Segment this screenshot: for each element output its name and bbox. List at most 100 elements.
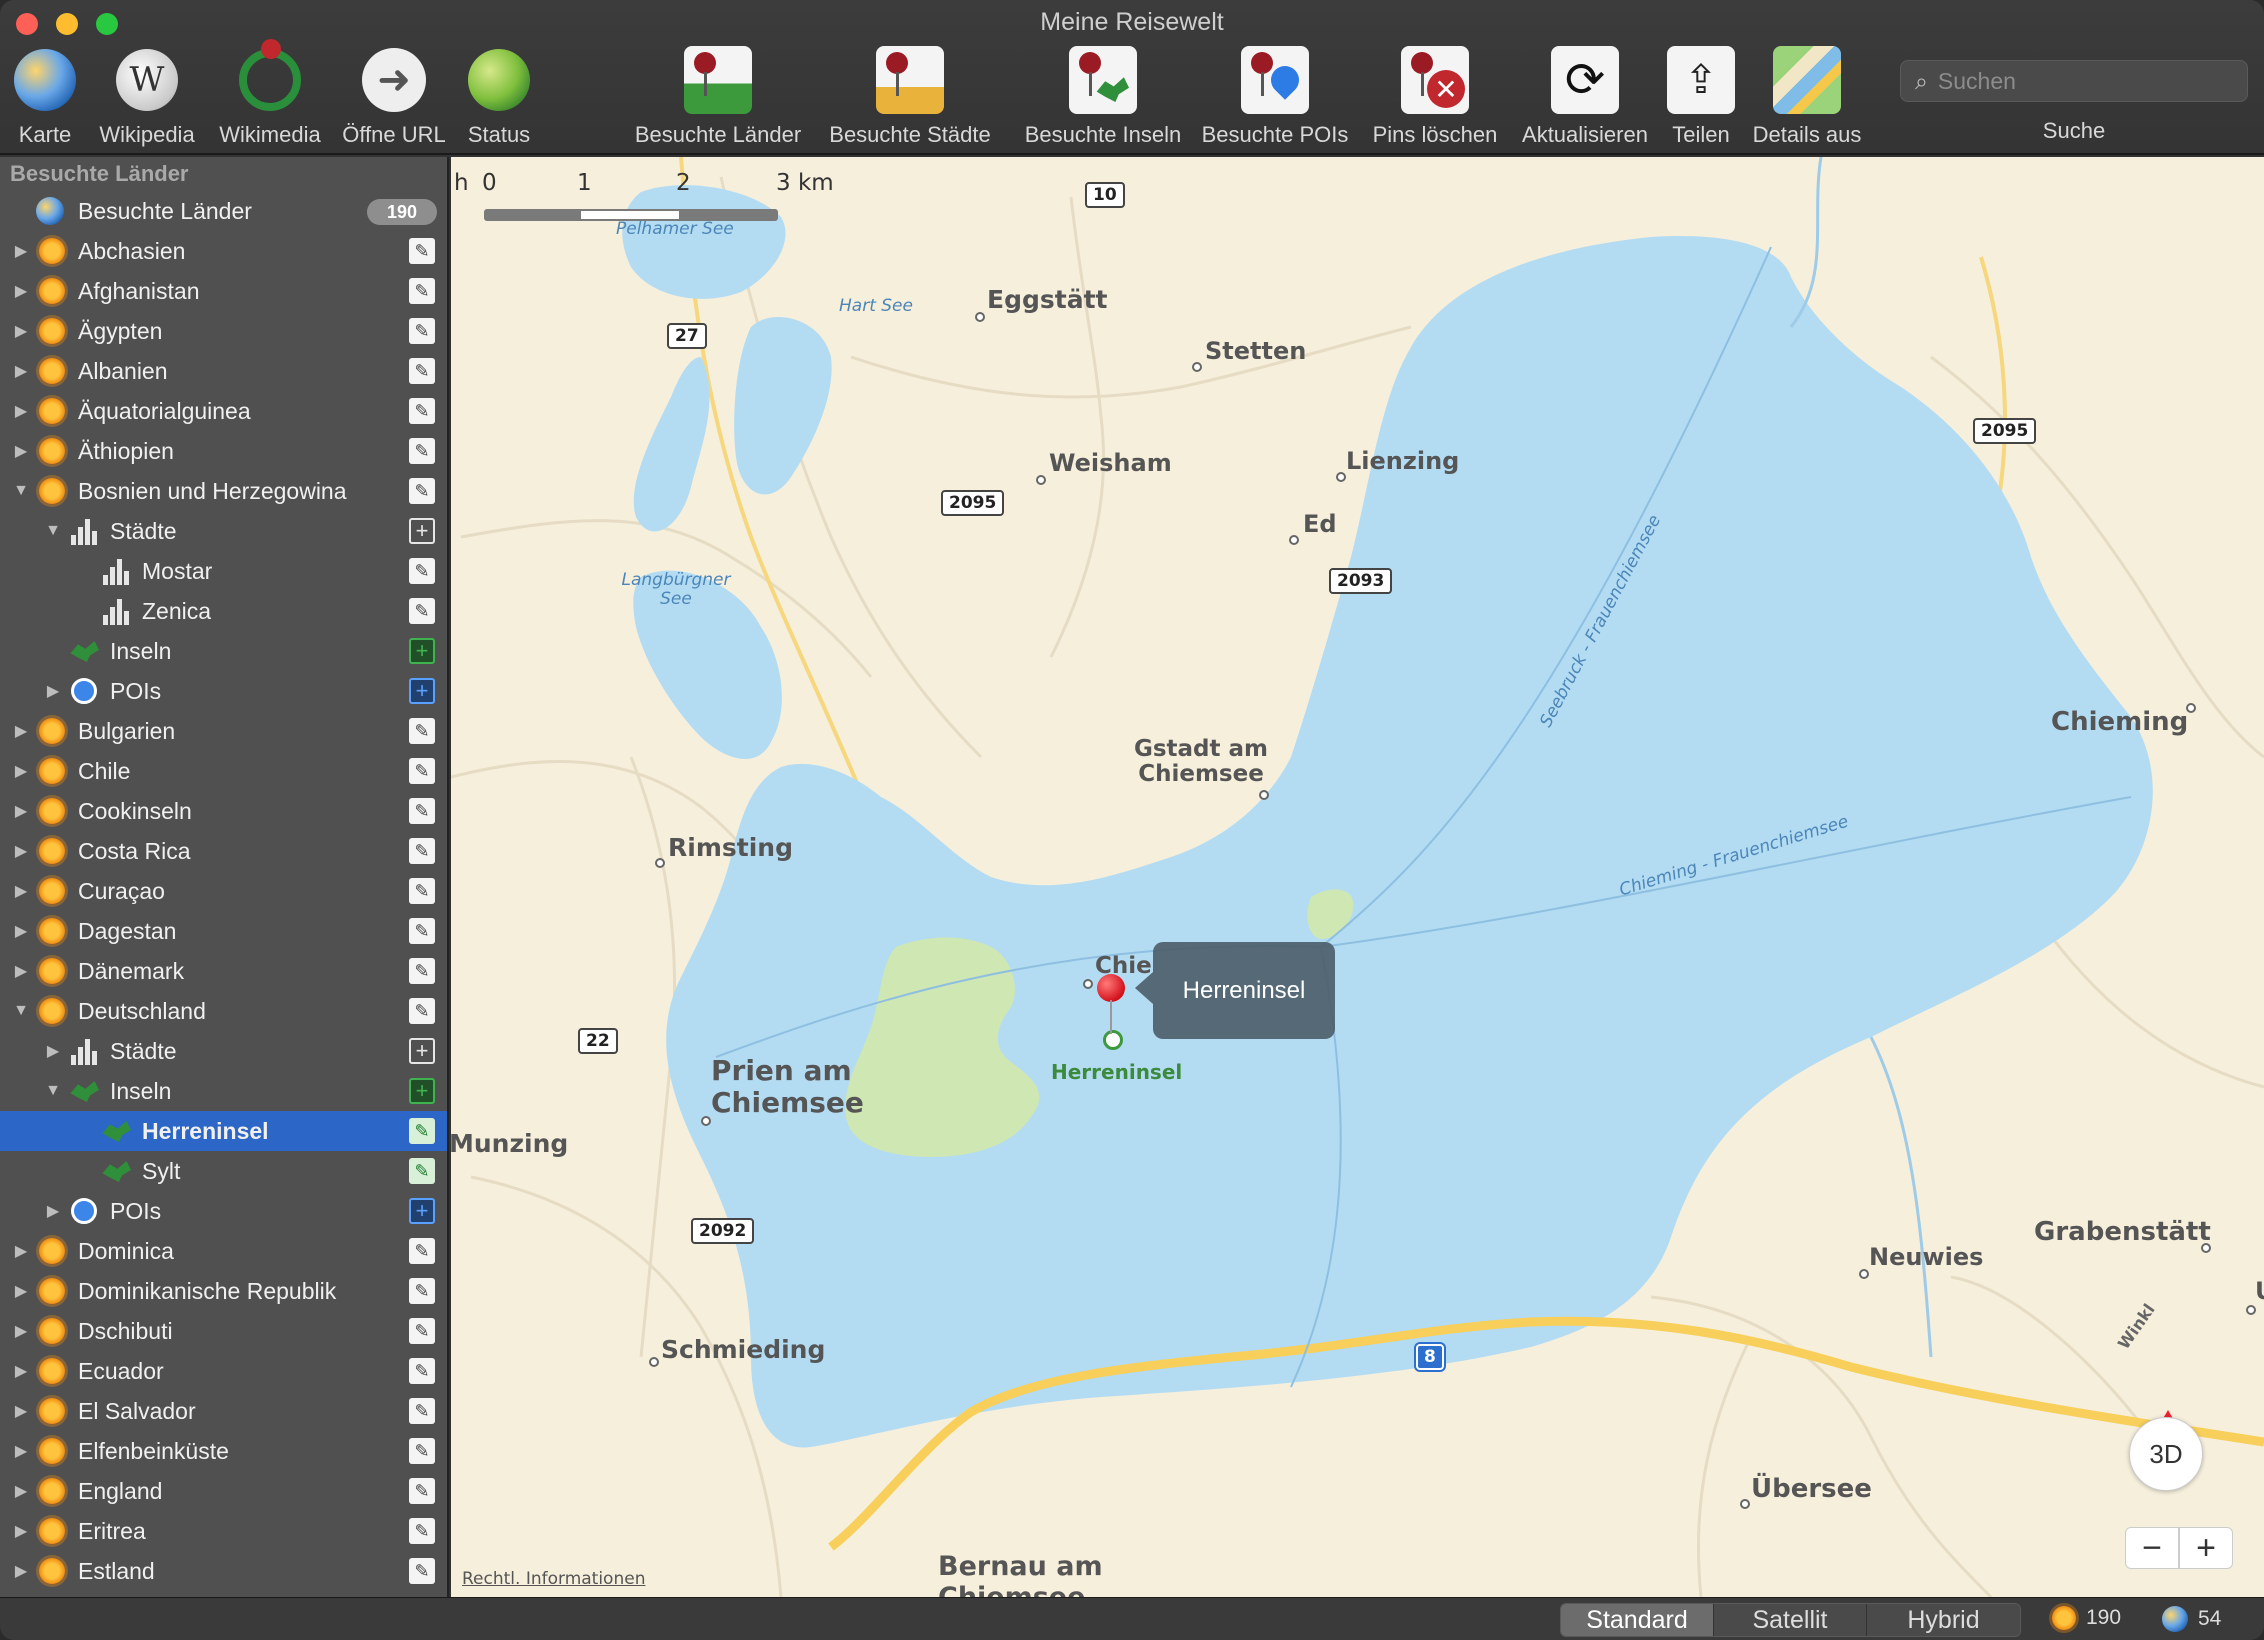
- sidebar-row-ecuador[interactable]: ▶ Ecuador ✎: [0, 1351, 447, 1391]
- share-button[interactable]: ⇪ Teilen: [1666, 46, 1736, 148]
- edit-note-icon[interactable]: ✎: [409, 1518, 435, 1544]
- add-entry-icon[interactable]: +: [409, 638, 435, 664]
- legal-link[interactable]: Rechtl. Informationen: [462, 1569, 645, 1589]
- disclosure-closed-icon[interactable]: ▶: [45, 1203, 61, 1220]
- zoom-out-button[interactable]: −: [2125, 1527, 2179, 1569]
- wikipedia-button[interactable]: W Wikipedia: [97, 46, 197, 148]
- details-off-button[interactable]: Details aus: [1748, 46, 1866, 148]
- disclosure-closed-icon[interactable]: ▶: [13, 1323, 29, 1340]
- sidebar-row-dominikanische-republik[interactable]: ▶ Dominikanische Republik ✎: [0, 1271, 447, 1311]
- sidebar-row-äquatorialguinea[interactable]: ▶ Äquatorialguinea ✎: [0, 391, 447, 431]
- sidebar-row-städte[interactable]: ▼ Städte +: [0, 511, 447, 551]
- disclosure-closed-icon[interactable]: ▶: [13, 1283, 29, 1300]
- disclosure-closed-icon[interactable]: ▶: [13, 443, 29, 460]
- edit-note-icon[interactable]: ✎: [409, 278, 435, 304]
- visited-countries-button[interactable]: Besuchte Länder: [629, 46, 807, 148]
- visited-pois-button[interactable]: Besuchte POIs: [1198, 46, 1352, 148]
- sidebar-row-ägypten[interactable]: ▶ Ägypten ✎: [0, 311, 447, 351]
- sidebar-row-curaçao[interactable]: ▶ Curaçao ✎: [0, 871, 447, 911]
- disclosure-open-icon[interactable]: ▼: [45, 522, 61, 539]
- disclosure-closed-icon[interactable]: ▶: [45, 1043, 61, 1060]
- disclosure-closed-icon[interactable]: ▶: [13, 763, 29, 780]
- sidebar-row-el-salvador[interactable]: ▶ El Salvador ✎: [0, 1391, 447, 1431]
- add-entry-icon[interactable]: +: [409, 1078, 435, 1104]
- edit-note-icon[interactable]: ✎: [409, 878, 435, 904]
- edit-note-icon[interactable]: ✎: [409, 358, 435, 384]
- status-button[interactable]: Status: [464, 46, 534, 148]
- sidebar-row-abchasien[interactable]: ▶ Abchasien ✎: [0, 231, 447, 271]
- map-type-satellite[interactable]: Satellit: [1714, 1604, 1867, 1636]
- edit-note-icon[interactable]: ✎: [409, 598, 435, 624]
- sidebar-row-afghanistan[interactable]: ▶ Afghanistan ✎: [0, 271, 447, 311]
- sidebar-row-inseln[interactable]: Inseln +: [0, 631, 447, 671]
- sidebar-row-pois[interactable]: ▶ POIs +: [0, 671, 447, 711]
- disclosure-closed-icon[interactable]: ▶: [13, 363, 29, 380]
- visited-islands-button[interactable]: Besuchte Inseln: [1012, 46, 1194, 148]
- disclosure-closed-icon[interactable]: ▶: [13, 1363, 29, 1380]
- disclosure-closed-icon[interactable]: ▶: [13, 963, 29, 980]
- edit-note-icon[interactable]: ✎: [409, 718, 435, 744]
- sidebar-row-england[interactable]: ▶ England ✎: [0, 1471, 447, 1511]
- edit-note-icon[interactable]: ✎: [409, 558, 435, 584]
- edit-note-icon[interactable]: ✎: [409, 798, 435, 824]
- map-view[interactable]: h 0 1 2 3 km Pelhamer See Hart See Langb…: [451, 157, 2264, 1597]
- edit-note-icon[interactable]: ✎: [409, 398, 435, 424]
- sidebar-row-elfenbeinküste[interactable]: ▶ Elfenbeinküste ✎: [0, 1431, 447, 1471]
- add-entry-icon[interactable]: +: [409, 678, 435, 704]
- sidebar-row-eritrea[interactable]: ▶ Eritrea ✎: [0, 1511, 447, 1551]
- disclosure-closed-icon[interactable]: ▶: [13, 403, 29, 420]
- edit-note-icon[interactable]: ✎: [409, 1118, 435, 1144]
- wikimedia-button[interactable]: Wikimedia: [214, 39, 326, 148]
- edit-note-icon[interactable]: ✎: [409, 1558, 435, 1584]
- sidebar-row-bosnien-und-herzegowina[interactable]: ▼ Bosnien und Herzegowina ✎: [0, 471, 447, 511]
- disclosure-closed-icon[interactable]: ▶: [13, 1443, 29, 1460]
- edit-note-icon[interactable]: ✎: [409, 998, 435, 1024]
- disclosure-closed-icon[interactable]: ▶: [13, 923, 29, 940]
- visited-cities-button[interactable]: Besuchte Städte: [822, 46, 998, 148]
- edit-note-icon[interactable]: ✎: [409, 1358, 435, 1384]
- map-type-hybrid[interactable]: Hybrid: [1867, 1604, 2020, 1636]
- edit-note-icon[interactable]: ✎: [409, 1478, 435, 1504]
- sidebar-row-sylt[interactable]: Sylt ✎: [0, 1151, 447, 1191]
- map-pin-icon[interactable]: [1097, 974, 1125, 1034]
- edit-note-icon[interactable]: ✎: [409, 438, 435, 464]
- karte-button[interactable]: Karte: [10, 46, 80, 148]
- edit-note-icon[interactable]: ✎: [409, 478, 435, 504]
- disclosure-closed-icon[interactable]: ▶: [13, 803, 29, 820]
- edit-note-icon[interactable]: ✎: [409, 1238, 435, 1264]
- edit-note-icon[interactable]: ✎: [409, 1398, 435, 1424]
- sidebar-row-dominica[interactable]: ▶ Dominica ✎: [0, 1231, 447, 1271]
- sidebar-row-albanien[interactable]: ▶ Albanien ✎: [0, 351, 447, 391]
- add-entry-icon[interactable]: +: [409, 1038, 435, 1064]
- disclosure-closed-icon[interactable]: ▶: [13, 1563, 29, 1580]
- map-type-standard[interactable]: Standard: [1561, 1604, 1714, 1636]
- sidebar-row-cookinseln[interactable]: ▶ Cookinseln ✎: [0, 791, 447, 831]
- edit-note-icon[interactable]: ✎: [409, 1158, 435, 1184]
- disclosure-open-icon[interactable]: ▼: [13, 482, 29, 499]
- disclosure-open-icon[interactable]: ▼: [13, 1002, 29, 1019]
- sidebar-row-pois[interactable]: ▶ POIs +: [0, 1191, 447, 1231]
- sidebar-row-herreninsel[interactable]: Herreninsel ✎: [0, 1111, 447, 1151]
- sidebar-row-zenica[interactable]: Zenica ✎: [0, 591, 447, 631]
- add-entry-icon[interactable]: +: [409, 518, 435, 544]
- disclosure-closed-icon[interactable]: ▶: [13, 1243, 29, 1260]
- compass-3d-button[interactable]: 3D: [2129, 1417, 2203, 1491]
- search-input[interactable]: ⌕ Suchen: [1900, 60, 2248, 102]
- disclosure-open-icon[interactable]: ▼: [45, 1082, 61, 1099]
- edit-note-icon[interactable]: ✎: [409, 958, 435, 984]
- sidebar-total-row[interactable]: Besuchte Länder 190: [0, 191, 447, 231]
- sidebar-row-chile[interactable]: ▶ Chile ✎: [0, 751, 447, 791]
- add-entry-icon[interactable]: +: [409, 1198, 435, 1224]
- disclosure-closed-icon[interactable]: ▶: [13, 243, 29, 260]
- edit-note-icon[interactable]: ✎: [409, 758, 435, 784]
- disclosure-closed-icon[interactable]: ▶: [13, 723, 29, 740]
- sidebar-row-dänemark[interactable]: ▶ Dänemark ✎: [0, 951, 447, 991]
- disclosure-closed-icon[interactable]: ▶: [13, 1483, 29, 1500]
- sidebar-row-äthiopien[interactable]: ▶ Äthiopien ✎: [0, 431, 447, 471]
- map-type-segmented-control[interactable]: Standard Satellit Hybrid: [1560, 1603, 2021, 1637]
- disclosure-closed-icon[interactable]: ▶: [13, 1523, 29, 1540]
- pin-callout[interactable]: Herreninsel: [1135, 942, 1335, 1039]
- edit-note-icon[interactable]: ✎: [409, 838, 435, 864]
- sidebar-row-dschibuti[interactable]: ▶ Dschibuti ✎: [0, 1311, 447, 1351]
- edit-note-icon[interactable]: ✎: [409, 918, 435, 944]
